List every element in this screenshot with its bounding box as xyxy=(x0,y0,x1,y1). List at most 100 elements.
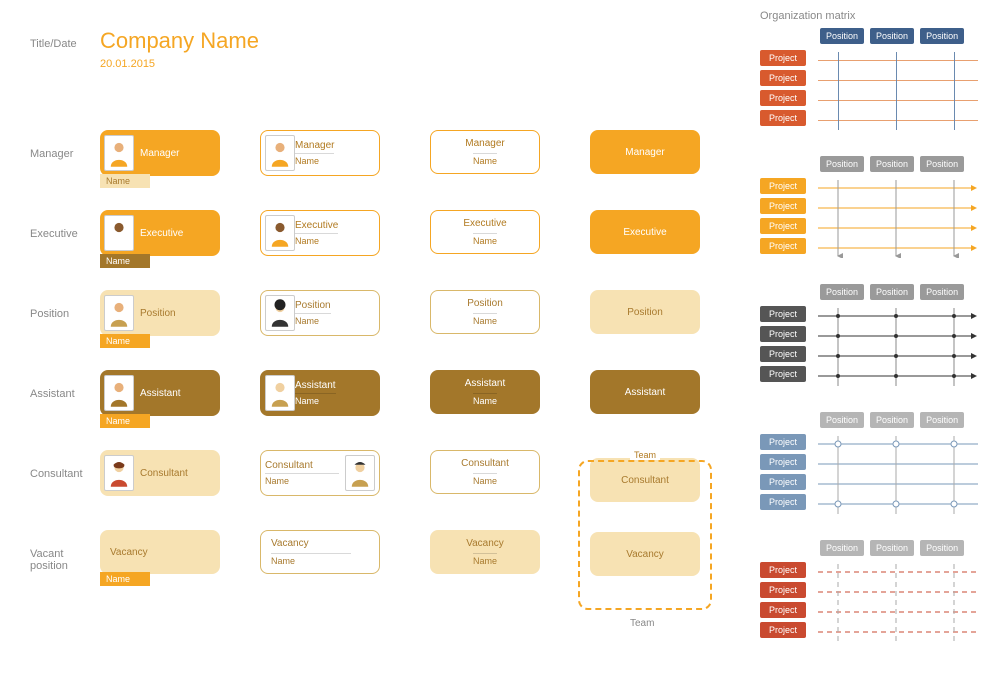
position-tag: Position xyxy=(820,284,864,300)
project-tag: Project xyxy=(760,582,806,598)
card-name: Name xyxy=(473,553,497,566)
card-executive-text-filled[interactable]: Executive xyxy=(590,210,700,254)
card-role: Assistant xyxy=(465,378,506,389)
company-date: 20.01.2015 xyxy=(100,58,259,70)
card-role: Vacancy xyxy=(271,538,309,549)
card-role: Manager xyxy=(625,147,664,158)
position-tag: Position xyxy=(920,28,964,44)
card-consultant-photo-outline[interactable]: Consultant Name xyxy=(260,450,380,496)
avatar-icon xyxy=(104,375,134,411)
matrix-1[interactable]: Position Position Position Project Proje… xyxy=(760,28,990,138)
card-name: Name xyxy=(265,473,339,486)
card-consultant-photo-filled[interactable]: Consultant xyxy=(100,450,220,496)
matrix-grid xyxy=(818,180,978,258)
card-name: Name xyxy=(473,153,497,166)
team-group-box[interactable] xyxy=(578,460,712,610)
card-executive-text-outline[interactable]: ExecutiveName xyxy=(430,210,540,254)
avatar-icon xyxy=(104,215,134,251)
card-role: Executive xyxy=(463,218,506,229)
card-role: Position xyxy=(140,308,216,319)
row-label: Executive xyxy=(30,228,100,240)
row-label: Assistant xyxy=(30,388,100,400)
card-position-photo-filled[interactable]: Position Name xyxy=(100,290,220,336)
card-role: Consultant xyxy=(140,468,216,479)
project-tag: Project xyxy=(760,198,806,214)
matrix-grid xyxy=(818,564,978,642)
card-name-tag: Name xyxy=(100,414,150,428)
card-assistant-photo-outline[interactable]: AssistantName xyxy=(260,370,380,416)
card-role: Consultant xyxy=(461,458,509,469)
avatar-icon xyxy=(104,455,134,491)
card-vacancy-outline[interactable]: VacancyName xyxy=(260,530,380,574)
card-assistant-text-filled[interactable]: Assistant xyxy=(590,370,700,414)
matrix-5[interactable]: Position Position Position Project Proje… xyxy=(760,540,990,650)
team-label-bottom: Team xyxy=(630,618,654,629)
card-executive-photo-outline[interactable]: ExecutiveName xyxy=(260,210,380,256)
card-name: Name xyxy=(295,313,331,326)
position-tag: Position xyxy=(920,156,964,172)
project-tag: Project xyxy=(760,454,806,470)
project-tag: Project xyxy=(760,366,806,382)
project-tag: Project xyxy=(760,346,806,362)
matrix-4[interactable]: Position Position Position Project Proje… xyxy=(760,412,990,522)
card-name: Name xyxy=(473,313,497,326)
card-manager-text-outline[interactable]: Manager Name xyxy=(430,130,540,174)
project-tag: Project xyxy=(760,178,806,194)
project-tag: Project xyxy=(760,306,806,322)
project-tag: Project xyxy=(760,602,806,618)
card-role: Vacancy xyxy=(466,538,504,549)
project-tag: Project xyxy=(760,90,806,106)
card-role: Consultant xyxy=(265,460,339,471)
card-vacancy-filled[interactable]: Vacancy Name xyxy=(100,530,220,574)
card-manager-photo-outline[interactable]: ManagerName xyxy=(260,130,380,176)
card-role: Vacancy xyxy=(110,547,148,558)
card-name: Name xyxy=(295,393,336,406)
card-consultant-text-outline[interactable]: ConsultantName xyxy=(430,450,540,494)
position-tag: Position xyxy=(820,540,864,556)
team-label-top: Team xyxy=(630,450,660,460)
card-name: Name xyxy=(473,393,497,406)
card-manager-photo-filled[interactable]: Manager Name xyxy=(100,130,220,176)
row-label: Consultant xyxy=(30,468,100,480)
position-tag: Position xyxy=(870,28,914,44)
position-tag: Position xyxy=(870,540,914,556)
card-name: Name xyxy=(295,233,338,246)
project-tag: Project xyxy=(760,494,806,510)
project-tag: Project xyxy=(760,434,806,450)
avatar-icon xyxy=(345,455,375,491)
card-vacancy-text-cream[interactable]: Vacancy Name xyxy=(430,530,540,574)
card-role: Executive xyxy=(140,228,216,239)
avatar-icon xyxy=(265,295,295,331)
card-name-tag: Name xyxy=(100,334,150,348)
card-position-text-outline[interactable]: PositionName xyxy=(430,290,540,334)
project-tag: Project xyxy=(760,70,806,86)
matrix-3[interactable]: Position Position Position Project Proje… xyxy=(760,284,990,394)
project-tag: Project xyxy=(760,218,806,234)
card-executive-photo-filled[interactable]: Executive Name xyxy=(100,210,220,256)
project-tag: Project xyxy=(760,110,806,126)
card-manager-text-filled[interactable]: Manager xyxy=(590,130,700,174)
matrix-2[interactable]: Position Position Position Project Proje… xyxy=(760,156,990,266)
avatar-icon xyxy=(104,135,134,171)
row-label: Manager xyxy=(30,148,100,160)
avatar-icon xyxy=(265,135,295,171)
card-role: Assistant xyxy=(140,388,216,399)
card-role: Manager xyxy=(465,138,504,149)
card-assistant-photo-filled[interactable]: Assistant Name xyxy=(100,370,220,416)
card-role: Manager xyxy=(295,140,334,151)
project-tag: Project xyxy=(760,238,806,254)
project-tag: Project xyxy=(760,50,806,66)
title-date-label: Title/Date xyxy=(30,38,77,50)
card-name-tag: Name xyxy=(100,254,150,268)
card-position-text-filled[interactable]: Position xyxy=(590,290,700,334)
card-position-photo-outline[interactable]: Position Name xyxy=(260,290,380,336)
position-tag: Position xyxy=(870,284,914,300)
company-name: Company Name xyxy=(100,28,259,54)
avatar-icon xyxy=(104,295,134,331)
card-role: Assistant xyxy=(625,387,666,398)
matrix-grid xyxy=(818,308,978,386)
card-role: Position xyxy=(295,300,331,311)
card-assistant-text-outline[interactable]: Assistant Name xyxy=(430,370,540,414)
project-tag: Project xyxy=(760,562,806,578)
project-tag: Project xyxy=(760,326,806,342)
